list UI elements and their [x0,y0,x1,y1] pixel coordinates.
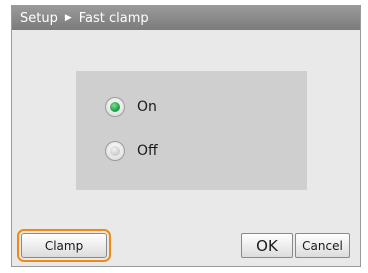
fast-clamp-dialog: Setup ▶ Fast clamp On Off Clamp OK Cance… [11,5,361,267]
radio-off-icon[interactable] [105,141,125,161]
radio-on-icon[interactable] [105,97,125,117]
option-on[interactable]: On [105,97,157,117]
title-bar: Setup ▶ Fast clamp [12,6,360,30]
breadcrumb-root: Setup [20,10,58,26]
breadcrumb-current: Fast clamp [78,10,149,26]
option-off[interactable]: Off [105,141,158,161]
triangle-right-icon: ▶ [64,13,72,23]
options-panel: On Off [76,71,307,190]
option-on-label: On [137,99,157,115]
ok-button[interactable]: OK [241,233,293,258]
cancel-button[interactable]: Cancel [295,233,350,258]
clamp-button[interactable]: Clamp [17,229,111,262]
option-off-label: Off [137,143,158,159]
